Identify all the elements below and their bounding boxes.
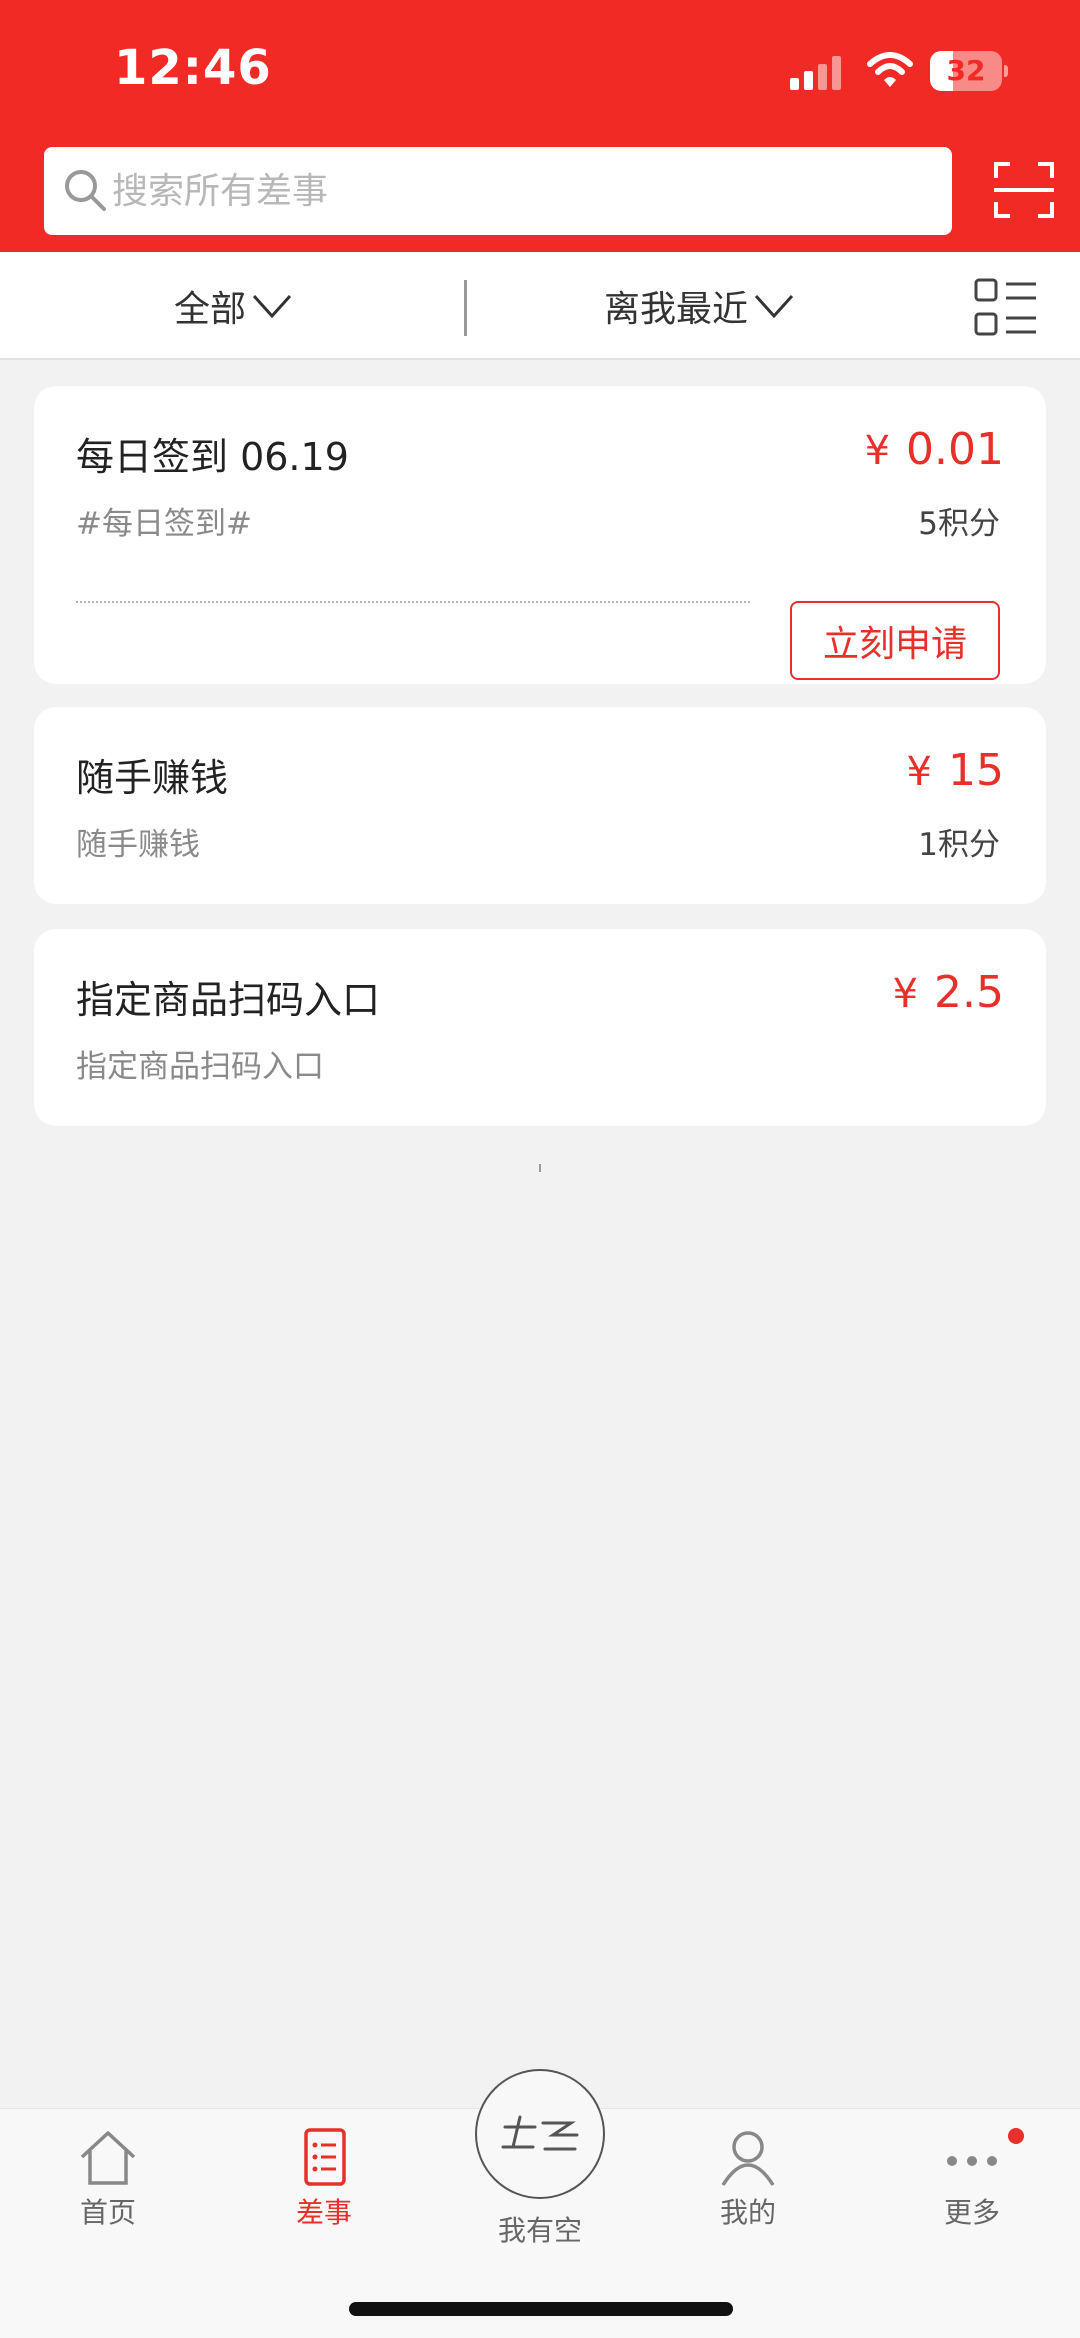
app-page: 12:46 32 搜索所有差事 全部 离我最近 每日签到 06.19 ¥ 0.0… [0, 0, 1080, 2338]
task-card-daily-checkin[interactable]: 每日签到 06.19 ¥0.01 #每日签到# 5积分 立刻申请 [34, 386, 1046, 684]
task-title: 指定商品扫码入口 [76, 978, 381, 1022]
tab-free[interactable]: 我有空 [475, 2069, 605, 2249]
task-points: 5积分 [918, 506, 1000, 542]
task-list-icon [304, 2128, 346, 2186]
sort-filter[interactable]: 离我最近 [604, 252, 794, 360]
free-logo-button[interactable] [475, 2069, 605, 2199]
header: 12:46 32 [0, 0, 1080, 252]
search-icon [65, 170, 106, 211]
task-price: ¥0.01 [865, 424, 1004, 475]
task-points: 1积分 [918, 827, 1000, 863]
tab-home[interactable]: 首页 [33, 2127, 183, 2231]
category-filter-label: 全部 [174, 289, 247, 330]
dotted-divider [76, 601, 750, 603]
task-subtitle: 随手赚钱 [76, 827, 200, 863]
task-price: ¥2.5 [893, 967, 1004, 1018]
more-dots-icon [947, 2156, 997, 2166]
notification-dot [1008, 2128, 1024, 2144]
chevron-down-icon [754, 294, 794, 318]
person-icon [721, 2131, 775, 2186]
task-title: 随手赚钱 [76, 756, 229, 800]
task-card-earn-money[interactable]: 随手赚钱 ¥15 随手赚钱 1积分 [34, 707, 1046, 904]
task-card-scan-entry[interactable]: 指定商品扫码入口 ¥2.5 指定商品扫码入口 [34, 929, 1046, 1126]
apply-now-button[interactable]: 立刻申请 [790, 601, 1000, 680]
tab-me[interactable]: 我的 [673, 2127, 823, 2231]
battery-indicator: 32 [930, 51, 1008, 91]
task-price: ¥15 [907, 745, 1004, 796]
search-bar[interactable] [44, 147, 952, 235]
category-filter[interactable]: 全部 [174, 252, 292, 360]
tab-tasks-label: 差事 [295, 2196, 352, 2229]
task-subtitle: #每日签到# [76, 506, 252, 542]
battery-nub [1004, 65, 1008, 77]
free-logo-icon [501, 2115, 579, 2151]
tab-more[interactable]: 更多 [897, 2127, 1047, 2231]
tab-tasks[interactable]: 差事 [249, 2127, 399, 2231]
chevron-down-icon [252, 294, 292, 318]
wifi-icon [867, 52, 913, 87]
task-price-value: 2.5 [934, 967, 1004, 1018]
sort-filter-label: 离我最近 [604, 289, 749, 330]
tab-free-label: 我有空 [497, 2214, 582, 2247]
cellular-signal-icon [790, 56, 841, 90]
currency-symbol: ¥ [906, 749, 932, 795]
home-icon [80, 2131, 136, 2185]
list-view-icon[interactable] [974, 278, 1038, 336]
loading-mark [539, 1164, 541, 1172]
home-indicator[interactable] [349, 2302, 733, 2316]
currency-symbol: ¥ [864, 428, 891, 474]
task-subtitle: 指定商品扫码入口 [76, 1049, 324, 1085]
tab-me-label: 我的 [719, 2196, 776, 2229]
filter-divider [464, 280, 467, 336]
battery-percent: 32 [946, 54, 986, 87]
tab-more-label: 更多 [943, 2196, 1000, 2229]
status-time: 12:46 [114, 40, 272, 96]
currency-symbol: ¥ [892, 971, 919, 1017]
tab-home-label: 首页 [79, 2196, 136, 2229]
scan-icon[interactable] [994, 162, 1054, 218]
filter-bar: 全部 离我最近 [0, 252, 1080, 360]
task-price-value: 0.01 [906, 424, 1004, 475]
task-price-value: 15 [948, 745, 1004, 796]
search-input[interactable] [112, 147, 932, 235]
task-title: 每日签到 06.19 [76, 435, 349, 479]
